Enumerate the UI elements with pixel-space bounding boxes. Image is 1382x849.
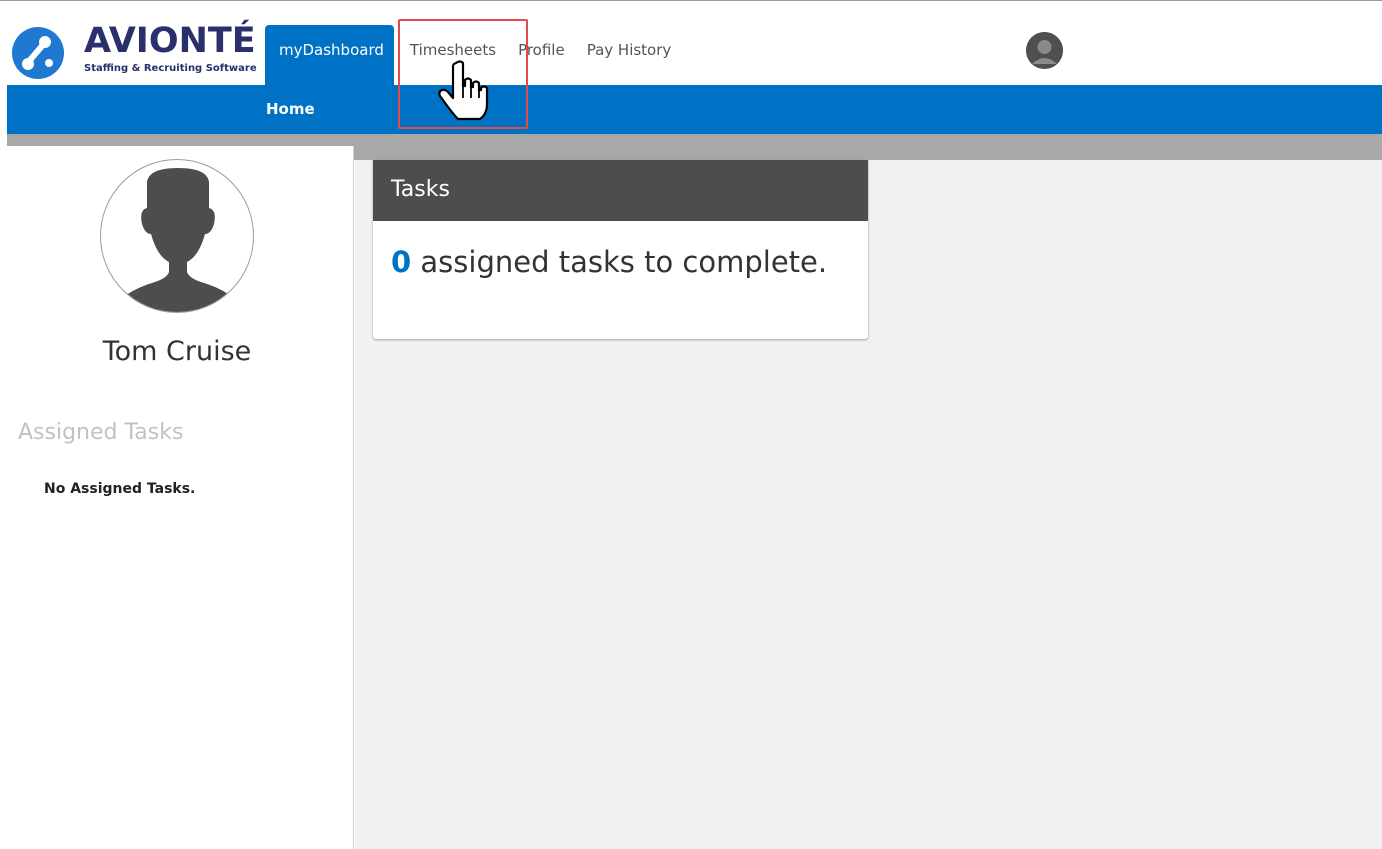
assigned-tasks-heading: Assigned Tasks	[18, 420, 184, 445]
sub-navigation: Home	[7, 85, 1382, 134]
tab-mydashboard[interactable]: myDashboard	[265, 25, 394, 85]
avionte-logo[interactable]: AVIONTÉ Staffing & Recruiting Software	[10, 21, 257, 81]
tasks-summary-text: assigned tasks to complete.	[420, 245, 828, 279]
tasks-card-title: Tasks	[373, 160, 868, 221]
user-avatar-icon[interactable]	[1026, 32, 1063, 69]
hand-pointer-icon	[436, 60, 490, 122]
profile-sidebar: Tom Cruise Assigned Tasks No Assigned Ta…	[0, 146, 354, 849]
subnav-home-link[interactable]: Home	[266, 100, 315, 118]
tasks-card: Tasks 0 assigned tasks to complete.	[373, 160, 868, 339]
assigned-tasks-empty-message: No Assigned Tasks.	[44, 481, 196, 497]
main-content: Tasks 0 assigned tasks to complete.	[355, 160, 1382, 849]
tasks-summary: 0 assigned tasks to complete.	[373, 221, 868, 279]
profile-name: Tom Cruise	[102, 336, 252, 367]
brand-tagline: Staffing & Recruiting Software	[84, 63, 257, 74]
avionte-logo-mark-icon	[12, 27, 64, 79]
profile-photo-placeholder-icon	[100, 159, 254, 313]
tasks-count[interactable]: 0	[391, 245, 411, 279]
tab-pay-history[interactable]: Pay History	[576, 25, 683, 85]
brand-name: AVIONTÉ	[84, 21, 256, 61]
header: AVIONTÉ Staffing & Recruiting Software m…	[0, 1, 1382, 85]
